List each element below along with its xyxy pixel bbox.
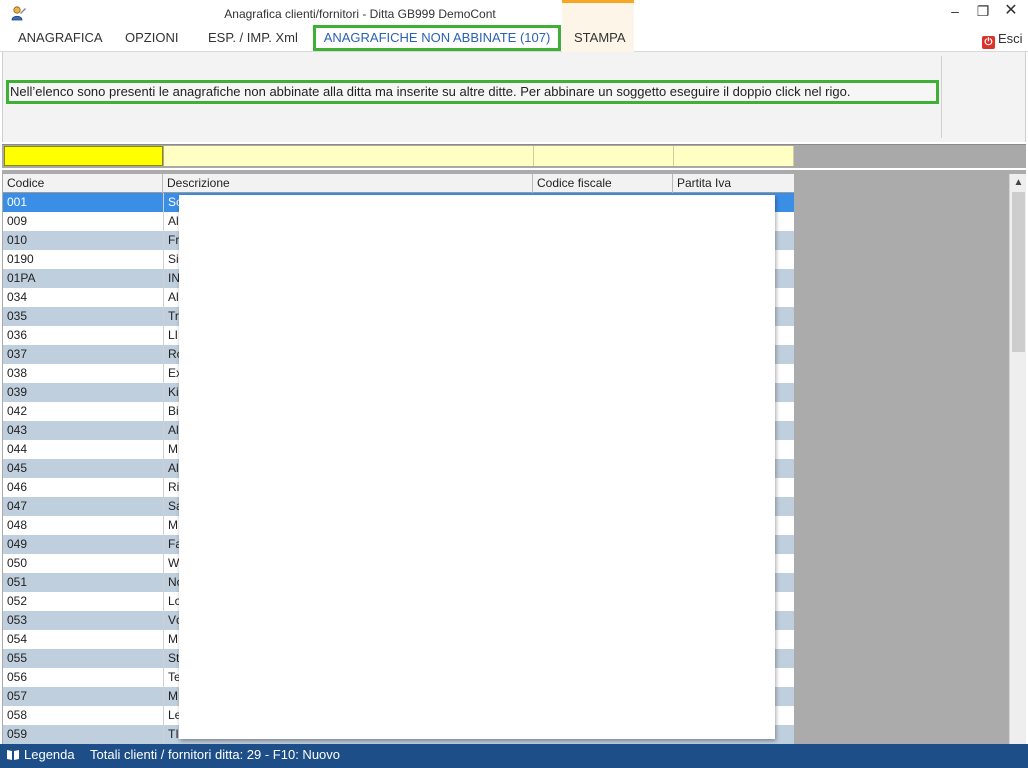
info-panel: Nell’elenco sono presenti le anagrafiche… (2, 52, 1026, 142)
cell-codice: 056 (7, 670, 28, 684)
cell-codice: 039 (7, 385, 28, 399)
cell-codice: 044 (7, 442, 28, 456)
cell-codice: 01PA (7, 271, 36, 285)
tab-stampa[interactable]: STAMPA (568, 26, 632, 50)
info-message: Nell’elenco sono presenti le anagrafiche… (6, 80, 939, 104)
cell-codice: 053 (7, 613, 28, 627)
cell-codice: 052 (7, 594, 28, 608)
filter-row (2, 144, 1026, 168)
cell-codice: 055 (7, 651, 28, 665)
cell-codice: 047 (7, 499, 28, 513)
cell-codice: 043 (7, 423, 28, 437)
cell-codice: 037 (7, 347, 28, 361)
cell-codice: 038 (7, 366, 28, 380)
cell-codice: 051 (7, 575, 28, 589)
column-header-codice-fiscale[interactable]: Codice fiscale (533, 174, 673, 193)
book-icon (7, 750, 19, 760)
anagrafiche-grid: Codice Descrizione Codice fiscale Partit… (3, 174, 794, 744)
column-header-codice[interactable]: Codice (3, 174, 163, 193)
cell-codice: 036 (7, 328, 28, 342)
tab-anagrafiche-non-abbinate[interactable]: ANAGRAFICHE NON ABBINATE (107) (313, 25, 561, 51)
cell-codice: 042 (7, 404, 28, 418)
panel-divider (941, 56, 942, 138)
grid-area: Codice Descrizione Codice fiscale Partit… (2, 170, 1026, 744)
close-button[interactable]: ✕ (996, 2, 1026, 22)
cell-codice: 010 (7, 233, 28, 247)
filter-partita-iva-input[interactable] (674, 146, 794, 166)
cell-codice: 054 (7, 632, 28, 646)
exit-button[interactable]: ⏻ Esci (982, 31, 1023, 49)
cell-codice: 049 (7, 537, 28, 551)
cell-codice: 046 (7, 480, 28, 494)
cell-codice: 035 (7, 309, 28, 323)
vertical-scrollbar[interactable]: ▲ (1009, 174, 1026, 744)
legenda-link[interactable]: Legenda (24, 744, 75, 766)
cell-codice: 0190 (7, 252, 34, 266)
blank-overlay-panel (179, 195, 775, 739)
cell-codice: 050 (7, 556, 28, 570)
cell-codice: 009 (7, 214, 28, 228)
ribbon-tabs: ANAGRAFICA OPZIONI ESP. / IMP. Xml ANAGR… (0, 0, 1028, 52)
cell-codice: 048 (7, 518, 28, 532)
filter-codice-fiscale-input[interactable] (534, 146, 674, 166)
status-bar: Legenda Totali clienti / fornitori ditta… (0, 744, 1028, 768)
cell-codice: 059 (7, 727, 28, 741)
minimize-button[interactable]: – (940, 2, 970, 22)
power-icon: ⏻ (982, 36, 995, 49)
restore-button[interactable]: ❐ (968, 2, 998, 22)
cell-codice: 057 (7, 689, 28, 703)
cell-codice: 001 (7, 195, 28, 209)
column-header-descrizione[interactable]: Descrizione (163, 174, 533, 193)
scroll-thumb[interactable] (1012, 192, 1025, 352)
tab-anagrafica[interactable]: ANAGRAFICA (12, 26, 109, 50)
cell-codice: 034 (7, 290, 28, 304)
scroll-up-icon[interactable]: ▲ (1010, 174, 1027, 191)
cell-codice: 058 (7, 708, 28, 722)
column-header-partita-iva[interactable]: Partita Iva (673, 174, 794, 193)
title-bar: Anagrafica clienti/fornitori - Ditta GB9… (0, 0, 1028, 26)
tab-opzioni[interactable]: OPZIONI (119, 26, 184, 50)
filter-codice-input[interactable] (4, 146, 163, 166)
totals-text: Totali clienti / fornitori ditta: 29 - F… (90, 747, 341, 762)
grid-header: Codice Descrizione Codice fiscale Partit… (3, 174, 794, 193)
filter-descrizione-input[interactable] (164, 146, 534, 166)
tab-esp-imp-xml[interactable]: ESP. / IMP. Xml (202, 26, 304, 50)
cell-codice: 045 (7, 461, 28, 475)
exit-label: Esci (998, 31, 1023, 46)
